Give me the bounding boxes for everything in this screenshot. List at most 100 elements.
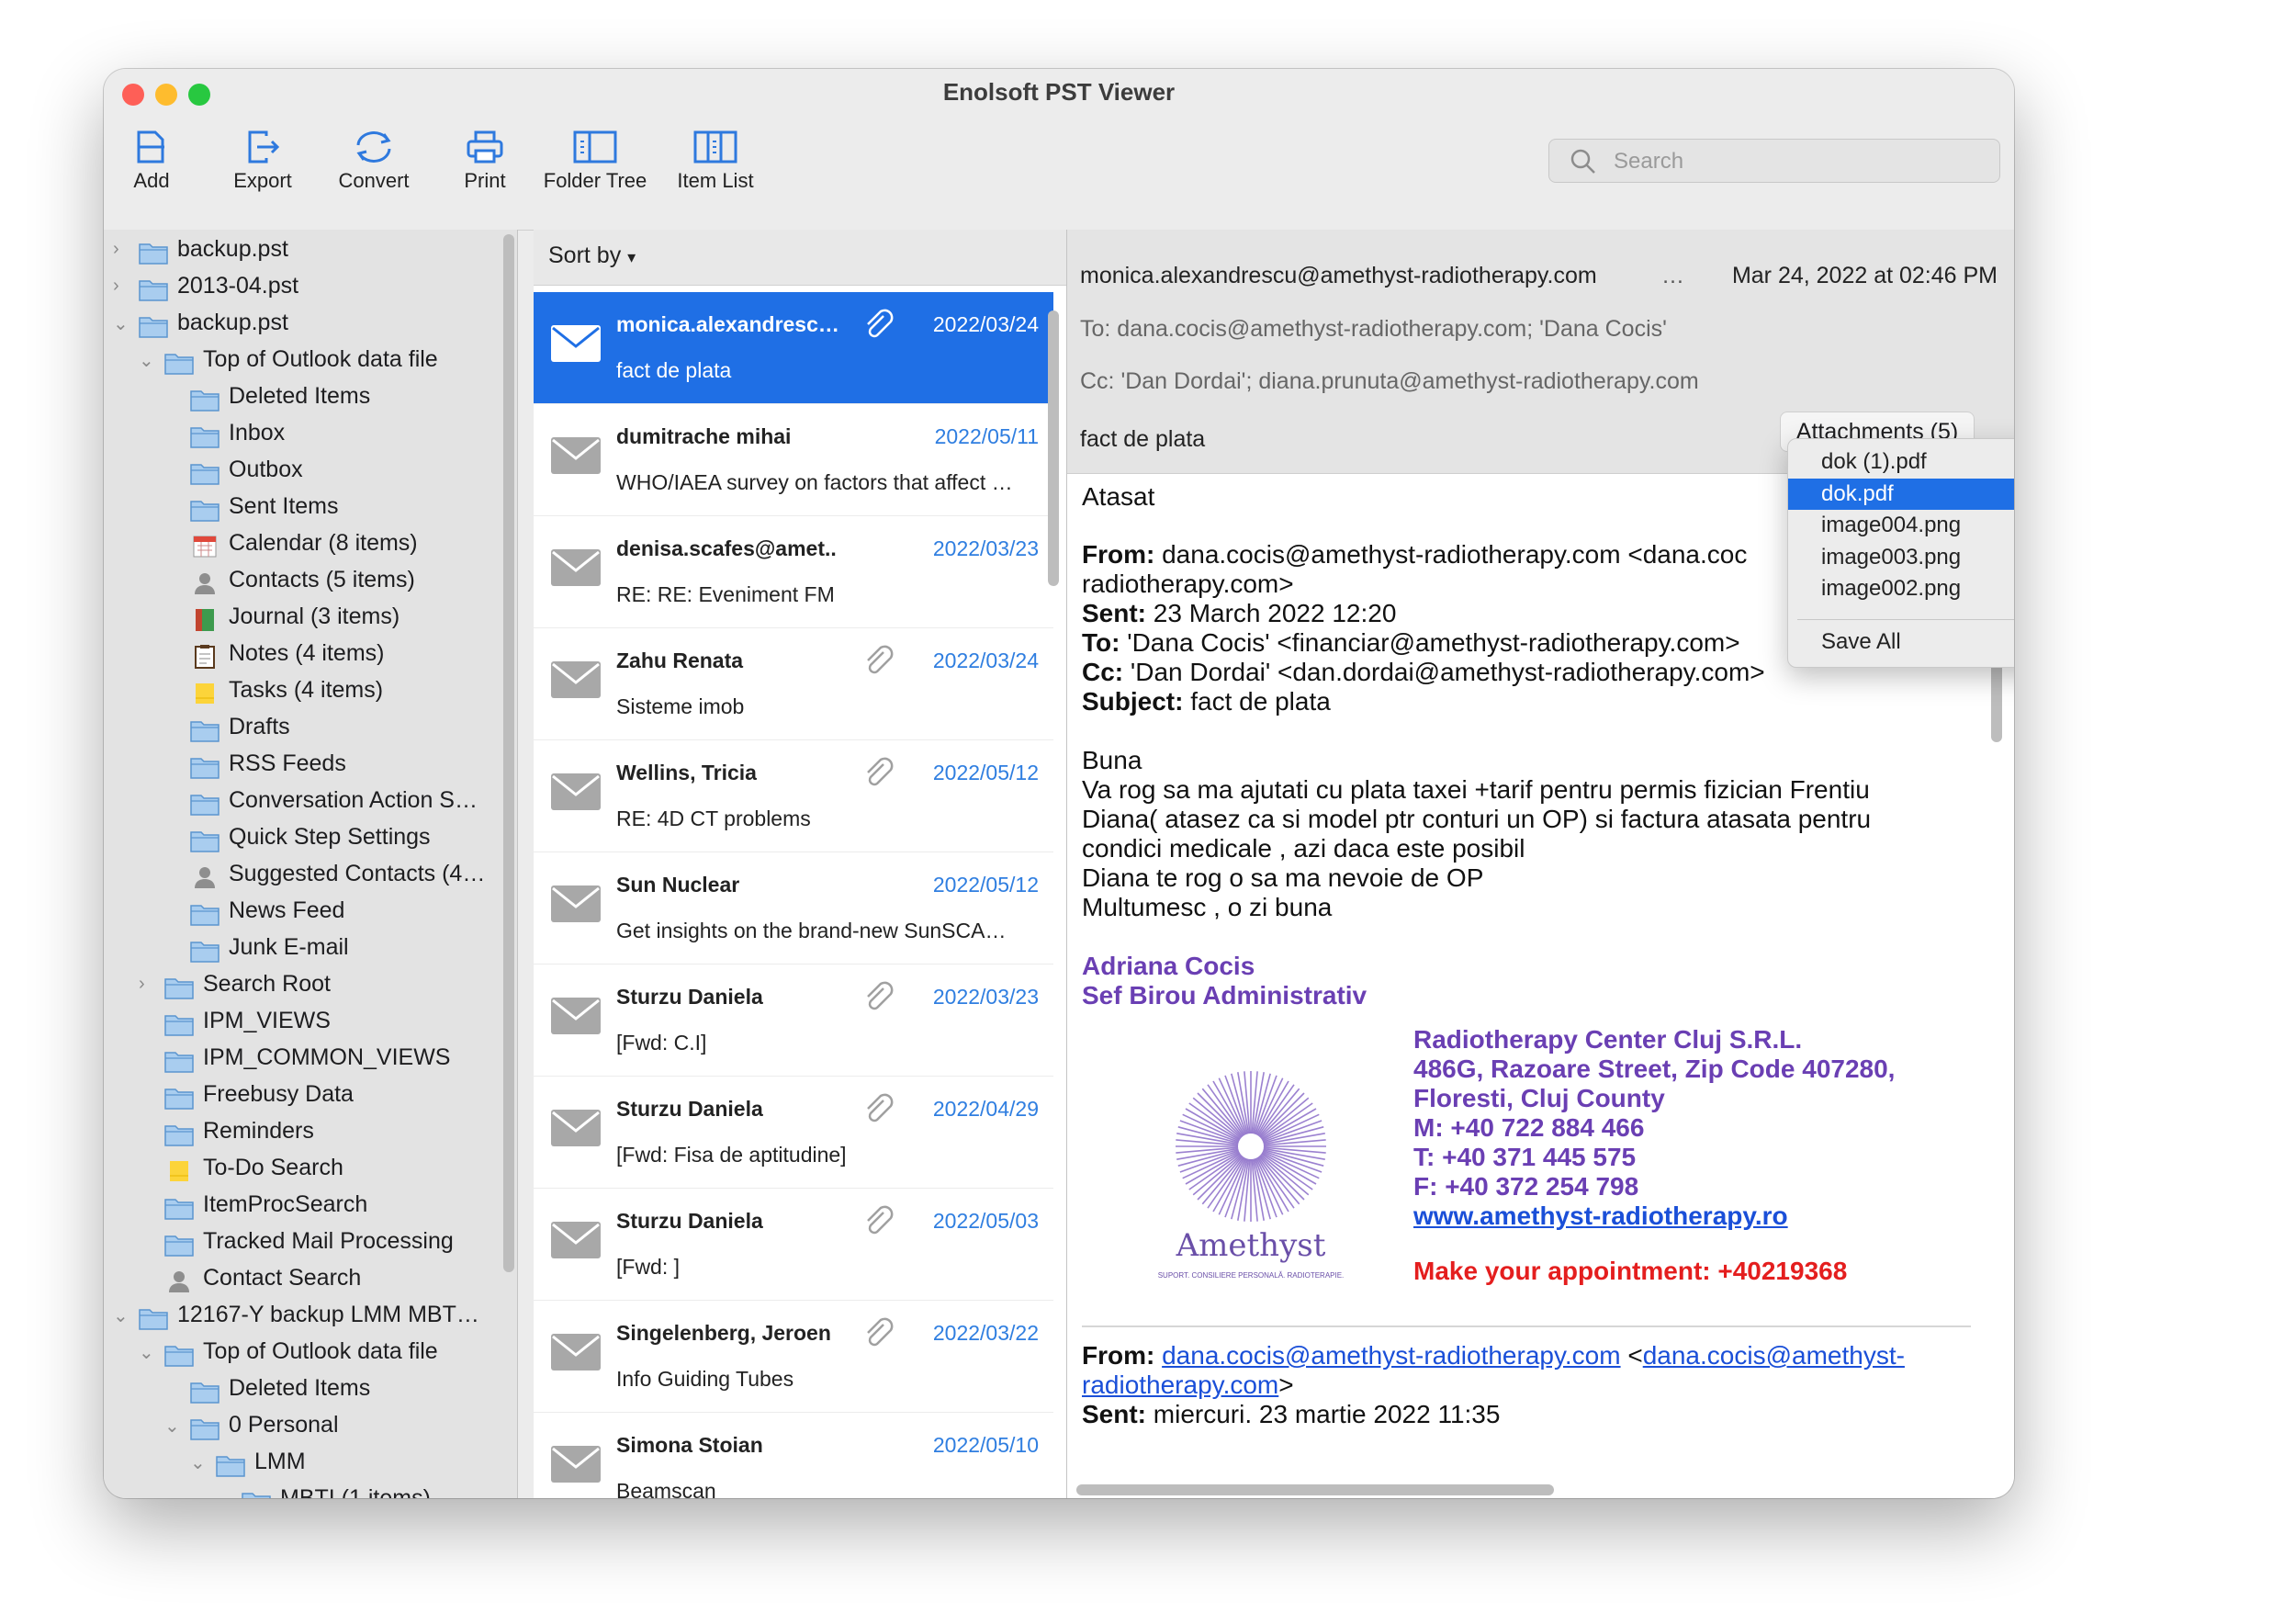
chevron-down-icon: ▾ [627,248,636,266]
message-list-item[interactable]: Simona Stoian 2022/05/10 Beamscan [534,1413,1053,1498]
sidebar-item[interactable]: Tracked Mail Processing [104,1225,508,1262]
message-list-item[interactable]: Sturzu Daniela 2022/04/29 [Fwd: Fisa de ap… [534,1077,1053,1188]
message-sender: monica.alexandresc… [616,312,839,336]
body-sent-line: Sent: 23 March 2022 12:20 [1082,599,1396,628]
reader-horizontal-scrollbar[interactable] [1076,1484,1554,1495]
message-date: 2022/03/24 [932,649,1039,672]
attachment-menu-item[interactable]: dok.pdf▶ [1788,478,2014,510]
message-list-scrollbar[interactable] [1048,310,1059,586]
chevron-down-icon[interactable]: ⌄ [113,312,131,335]
chevron-right-icon[interactable]: › [139,974,157,995]
envelope-icon [551,885,601,922]
print-button[interactable]: Print [434,129,535,193]
sidebar-item[interactable]: Quick Step Settings [104,821,508,858]
sort-by-button[interactable]: Sort by ▾ [548,243,636,269]
message-list-item[interactable]: monica.alexandresc… 2022/03/24 fact de pla… [534,292,1053,403]
folder-icon [164,1012,194,1036]
envelope-icon [551,1334,601,1370]
sidebar-item[interactable]: Deleted Items [104,380,508,417]
chevron-down-icon[interactable]: ⌄ [164,1415,183,1438]
message-list-item[interactable]: Sturzu Daniela 2022/05/03 [Fwd: ] [534,1189,1053,1300]
chevron-down-icon[interactable]: ⌄ [113,1304,131,1327]
from2-email-link-2[interactable]: dana.cocis@amethyst- [1643,1341,1905,1370]
message-list-item[interactable]: Singelenberg, Jeroen 2022/03/22 Info Guidi… [534,1301,1053,1412]
sidebar-item-label: Top of Outlook data file [203,346,438,372]
attachment-menu-item[interactable]: image004.png▶ [1788,510,2014,541]
sidebar-item[interactable]: Junk E-mail [104,931,508,968]
sidebar-item[interactable]: News Feed [104,895,508,931]
export-label: Export [233,169,292,192]
sidebar-item-label: Drafts [229,714,290,739]
add-button[interactable]: Add [104,129,202,193]
export-button[interactable]: Export [212,129,313,193]
chevron-right-icon[interactable]: › [113,276,131,297]
message-sender: Singelenberg, Jeroen [616,1321,831,1345]
message-list-item[interactable]: dumitrache mihai 2022/05/11 WHO/IAEA surve… [534,404,1053,515]
sidebar-item[interactable]: › 2013-04.pst [104,270,508,307]
folder-icon [164,1343,194,1367]
company-name: Radiotherapy Center Cluj S.R.L. [1413,1025,1803,1054]
chevron-down-icon[interactable]: ⌄ [190,1451,208,1474]
folder-icon [190,755,219,779]
attachment-menu-item[interactable]: dok (1).pdf▶ [1788,446,2014,478]
sidebar-item[interactable]: Sent Items [104,491,508,527]
folder-tree-button[interactable]: Folder Tree [540,129,650,193]
sidebar-item[interactable]: › backup.pst [104,233,508,270]
sidebar-item[interactable]: ⌄ Top of Outlook data file [104,1336,508,1372]
sidebar-item[interactable]: ItemProcSearch [104,1189,508,1225]
sidebar-item-label: backup.pst [177,236,288,262]
chevron-down-icon[interactable]: ⌄ [139,1341,157,1364]
sidebar-item[interactable]: ⌄ LMM [104,1446,508,1483]
sidebar-item[interactable]: ⌄ 0 Personal [104,1409,508,1446]
sidebar-item[interactable]: MBTI (1 items) [104,1483,508,1498]
item-list-button[interactable]: Item List [660,129,771,193]
sidebar-item[interactable]: Journal (3 items) [104,601,508,637]
chevron-down-icon[interactable]: ⌄ [139,349,157,372]
message-list-item[interactable]: Zahu Renata 2022/03/24 Sisteme imob [534,628,1053,739]
chevron-right-icon[interactable]: › [113,239,131,260]
add-icon [137,130,164,164]
sidebar-item[interactable]: › Search Root [104,968,508,1005]
sidebar-item[interactable]: IPM_VIEWS [104,1005,508,1042]
message-list-item[interactable]: Wellins, Tricia 2022/05/12 RE: 4D CT probl… [534,740,1053,852]
sidebar-scrollbar[interactable] [503,234,514,1272]
list-separator [534,515,1053,516]
company-website-link[interactable]: www.amethyst-radiotherapy.ro [1413,1201,1788,1231]
sidebar-item[interactable]: Drafts [104,711,508,748]
sidebar-item[interactable]: Freebusy Data [104,1078,508,1115]
sidebar-item[interactable]: Contacts (5 items) [104,564,508,601]
message-list-item[interactable]: Sturzu Daniela 2022/03/23 [Fwd: C.I] [534,964,1053,1076]
sidebar-item[interactable]: Suggested Contacts (4… [104,858,508,895]
sidebar-item[interactable]: Outbox [104,454,508,491]
sidebar-item[interactable]: Calendar (8 items) [104,527,508,564]
sidebar-item[interactable]: ⌄ 12167-Y backup LMM MBT… [104,1299,508,1336]
sidebar-item[interactable]: Conversation Action S… [104,784,508,821]
sidebar-item-label: IPM_COMMON_VIEWS [203,1044,451,1070]
attachment-menu-item[interactable]: image002.png▶ [1788,573,2014,604]
from2-lt: < [1620,1341,1643,1370]
folder-icon [216,1453,245,1477]
sidebar-item[interactable]: IPM_COMMON_VIEWS [104,1042,508,1078]
message-list-item[interactable]: denisa.scafes@amet.. 2022/03/23 RE: RE: Ev… [534,516,1053,627]
sidebar-item[interactable]: Deleted Items [104,1372,508,1409]
sidebar-item[interactable]: Reminders [104,1115,508,1152]
save-all-menu-item[interactable]: Save All [1788,626,2014,658]
search-field[interactable]: Search [1548,139,2000,183]
from2-email-link-3[interactable]: radiotherapy.com [1082,1370,1278,1399]
sidebar-item[interactable]: Tasks (4 items) [104,674,508,711]
message-list-item[interactable]: Sun Nuclear 2022/05/12 Get insights on the… [534,852,1053,964]
sidebar-item[interactable]: ⌄ Top of Outlook data file [104,344,508,380]
convert-button[interactable]: Convert [323,129,424,193]
sidebar-item[interactable]: RSS Feeds [104,748,508,784]
sidebar-item[interactable]: To-Do Search [104,1152,508,1189]
from2-email-link[interactable]: dana.cocis@amethyst-radiotherapy.com [1162,1341,1620,1370]
sidebar-item[interactable]: Notes (4 items) [104,637,508,674]
message-sender: Sun Nuclear [616,873,740,897]
sidebar-item[interactable]: ⌄ backup.pst [104,307,508,344]
item-list-icon [693,130,737,164]
header-more[interactable]: … [1661,263,1684,289]
sidebar-item[interactable]: Inbox [104,417,508,454]
save-all-label: Save All [1821,629,1901,654]
attachment-menu-item[interactable]: image003.png▶ [1788,542,2014,573]
sidebar-item[interactable]: Contact Search [104,1262,508,1299]
